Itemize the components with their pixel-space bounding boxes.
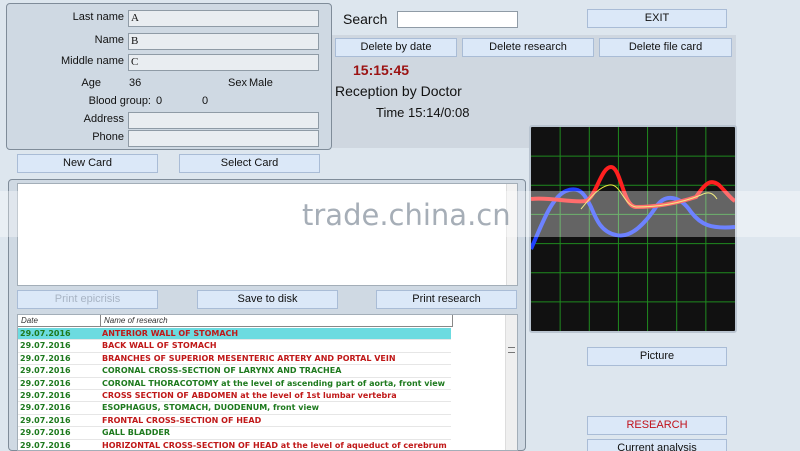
- delete-file-card-button[interactable]: Delete file card: [599, 38, 732, 57]
- reception-status: Reception by Doctor: [335, 83, 462, 99]
- table-row[interactable]: 29.07.2016 CORONAL THORACOTOMY at the lev…: [18, 378, 451, 390]
- table-row[interactable]: 29.07.2016 CROSS SECTION OF ABDOMEN at th…: [18, 390, 451, 403]
- row-research-name: BRANCHES OF SUPERIOR MESENTERIC ARTERY A…: [102, 353, 396, 363]
- row-research-name: CORONAL THORACOTOMY at the level of asce…: [102, 378, 446, 388]
- row-date: 29.07.2016: [20, 391, 71, 400]
- clock: 15:15:45: [353, 62, 410, 78]
- table-row[interactable]: 29.07.2016 BRANCHES OF SUPERIOR MESENTERI…: [18, 353, 451, 366]
- row-date: 29.07.2016: [20, 366, 71, 376]
- table-row[interactable]: 29.07.2016 BACK WALL OF STOMACH: [18, 340, 451, 353]
- print-epicrisis-button[interactable]: Print epicrisis: [17, 290, 158, 309]
- row-date: 29.07.2016: [20, 329, 71, 338]
- middle-name-field[interactable]: C: [128, 54, 319, 71]
- current-analysis-button[interactable]: Current analysis: [587, 439, 727, 451]
- row-research-name: BACK WALL OF STOMACH: [102, 341, 217, 351]
- row-research-name: GALL BLADDER: [102, 428, 171, 438]
- row-date: 29.07.2016: [20, 440, 71, 450]
- exit-button[interactable]: EXIT: [587, 9, 727, 28]
- table-row[interactable]: 29.07.2016 FRONTAL CROSS-SECTION OF HEAD: [18, 415, 451, 428]
- table-row[interactable]: 29.07.2016 HORIZONTAL CROSS-SECTION OF HE…: [18, 440, 451, 450]
- scroll-grip-icon: [508, 347, 515, 353]
- sex-label: Sex: [228, 77, 247, 89]
- print-research-button[interactable]: Print research: [376, 290, 517, 309]
- phone-field[interactable]: [128, 130, 319, 147]
- save-to-disk-button[interactable]: Save to disk: [197, 290, 338, 309]
- table-row[interactable]: 29.07.2016 GALL BLADDER: [18, 427, 451, 440]
- row-research-name: ESOPHAGUS, STOMACH, DUODENUM, front view: [102, 403, 320, 413]
- picture-button[interactable]: Picture: [587, 347, 727, 366]
- blood-group-value-2: 0: [202, 95, 209, 107]
- last-name-field[interactable]: A: [128, 10, 319, 27]
- last-name-label: Last name: [72, 11, 124, 23]
- search-label: Search: [343, 11, 388, 27]
- row-date: 29.07.2016: [20, 378, 71, 388]
- sex-value: Male: [249, 77, 273, 89]
- age-value: 36: [129, 77, 142, 89]
- new-card-button[interactable]: New Card: [17, 154, 158, 173]
- blood-group-value-1: 0: [156, 95, 163, 107]
- session-time: Time 15:14/0:08: [376, 105, 470, 120]
- table-row[interactable]: 29.07.2016 ANTERIOR WALL OF STOMACH: [18, 328, 451, 341]
- row-research-name: ANTERIOR WALL OF STOMACH: [102, 329, 239, 338]
- row-date: 29.07.2016: [20, 341, 71, 351]
- col-date-header[interactable]: Date: [21, 316, 38, 325]
- row-research-name: FRONTAL CROSS-SECTION OF HEAD: [102, 415, 262, 425]
- row-date: 29.07.2016: [20, 353, 71, 363]
- table-row[interactable]: 29.07.2016 CORONAL CROSS-SECTION OF LARYN…: [18, 365, 451, 378]
- search-input[interactable]: [397, 11, 518, 28]
- row-date: 29.07.2016: [20, 415, 71, 425]
- blood-group-label: Blood group:: [88, 95, 151, 107]
- row-research-name: CROSS SECTION OF ABDOMEN at the level of…: [102, 391, 397, 400]
- select-card-button[interactable]: Select Card: [179, 154, 320, 173]
- middle-name-label: Middle name: [61, 55, 124, 67]
- col-name-header[interactable]: Name of research: [104, 316, 168, 325]
- watermark-text: trade.china.cn: [302, 198, 511, 232]
- row-research-name: CORONAL CROSS-SECTION OF LARYNX AND TRAC…: [102, 366, 342, 376]
- research-list: Date Name of research 29.07.2016 ANTERIOR…: [17, 314, 518, 451]
- research-list-header: Date Name of research: [18, 315, 453, 327]
- delete-research-button[interactable]: Delete research: [462, 38, 594, 57]
- row-research-name: HORIZONTAL CROSS-SECTION OF HEAD at the …: [102, 440, 447, 450]
- row-date: 29.07.2016: [20, 428, 71, 438]
- delete-by-date-button[interactable]: Delete by date: [335, 38, 457, 57]
- row-date: 29.07.2016: [20, 403, 71, 413]
- research-button[interactable]: RESEARCH: [587, 416, 727, 435]
- age-label: Age: [81, 77, 101, 89]
- address-label: Address: [83, 113, 124, 125]
- phone-label: Phone: [92, 131, 124, 143]
- name-field[interactable]: B: [128, 33, 319, 50]
- name-label: Name: [94, 34, 124, 46]
- research-list-scrollbar[interactable]: [505, 315, 517, 450]
- address-field[interactable]: [128, 112, 319, 129]
- table-row[interactable]: 29.07.2016 ESOPHAGUS, STOMACH, DUODENUM, …: [18, 402, 451, 415]
